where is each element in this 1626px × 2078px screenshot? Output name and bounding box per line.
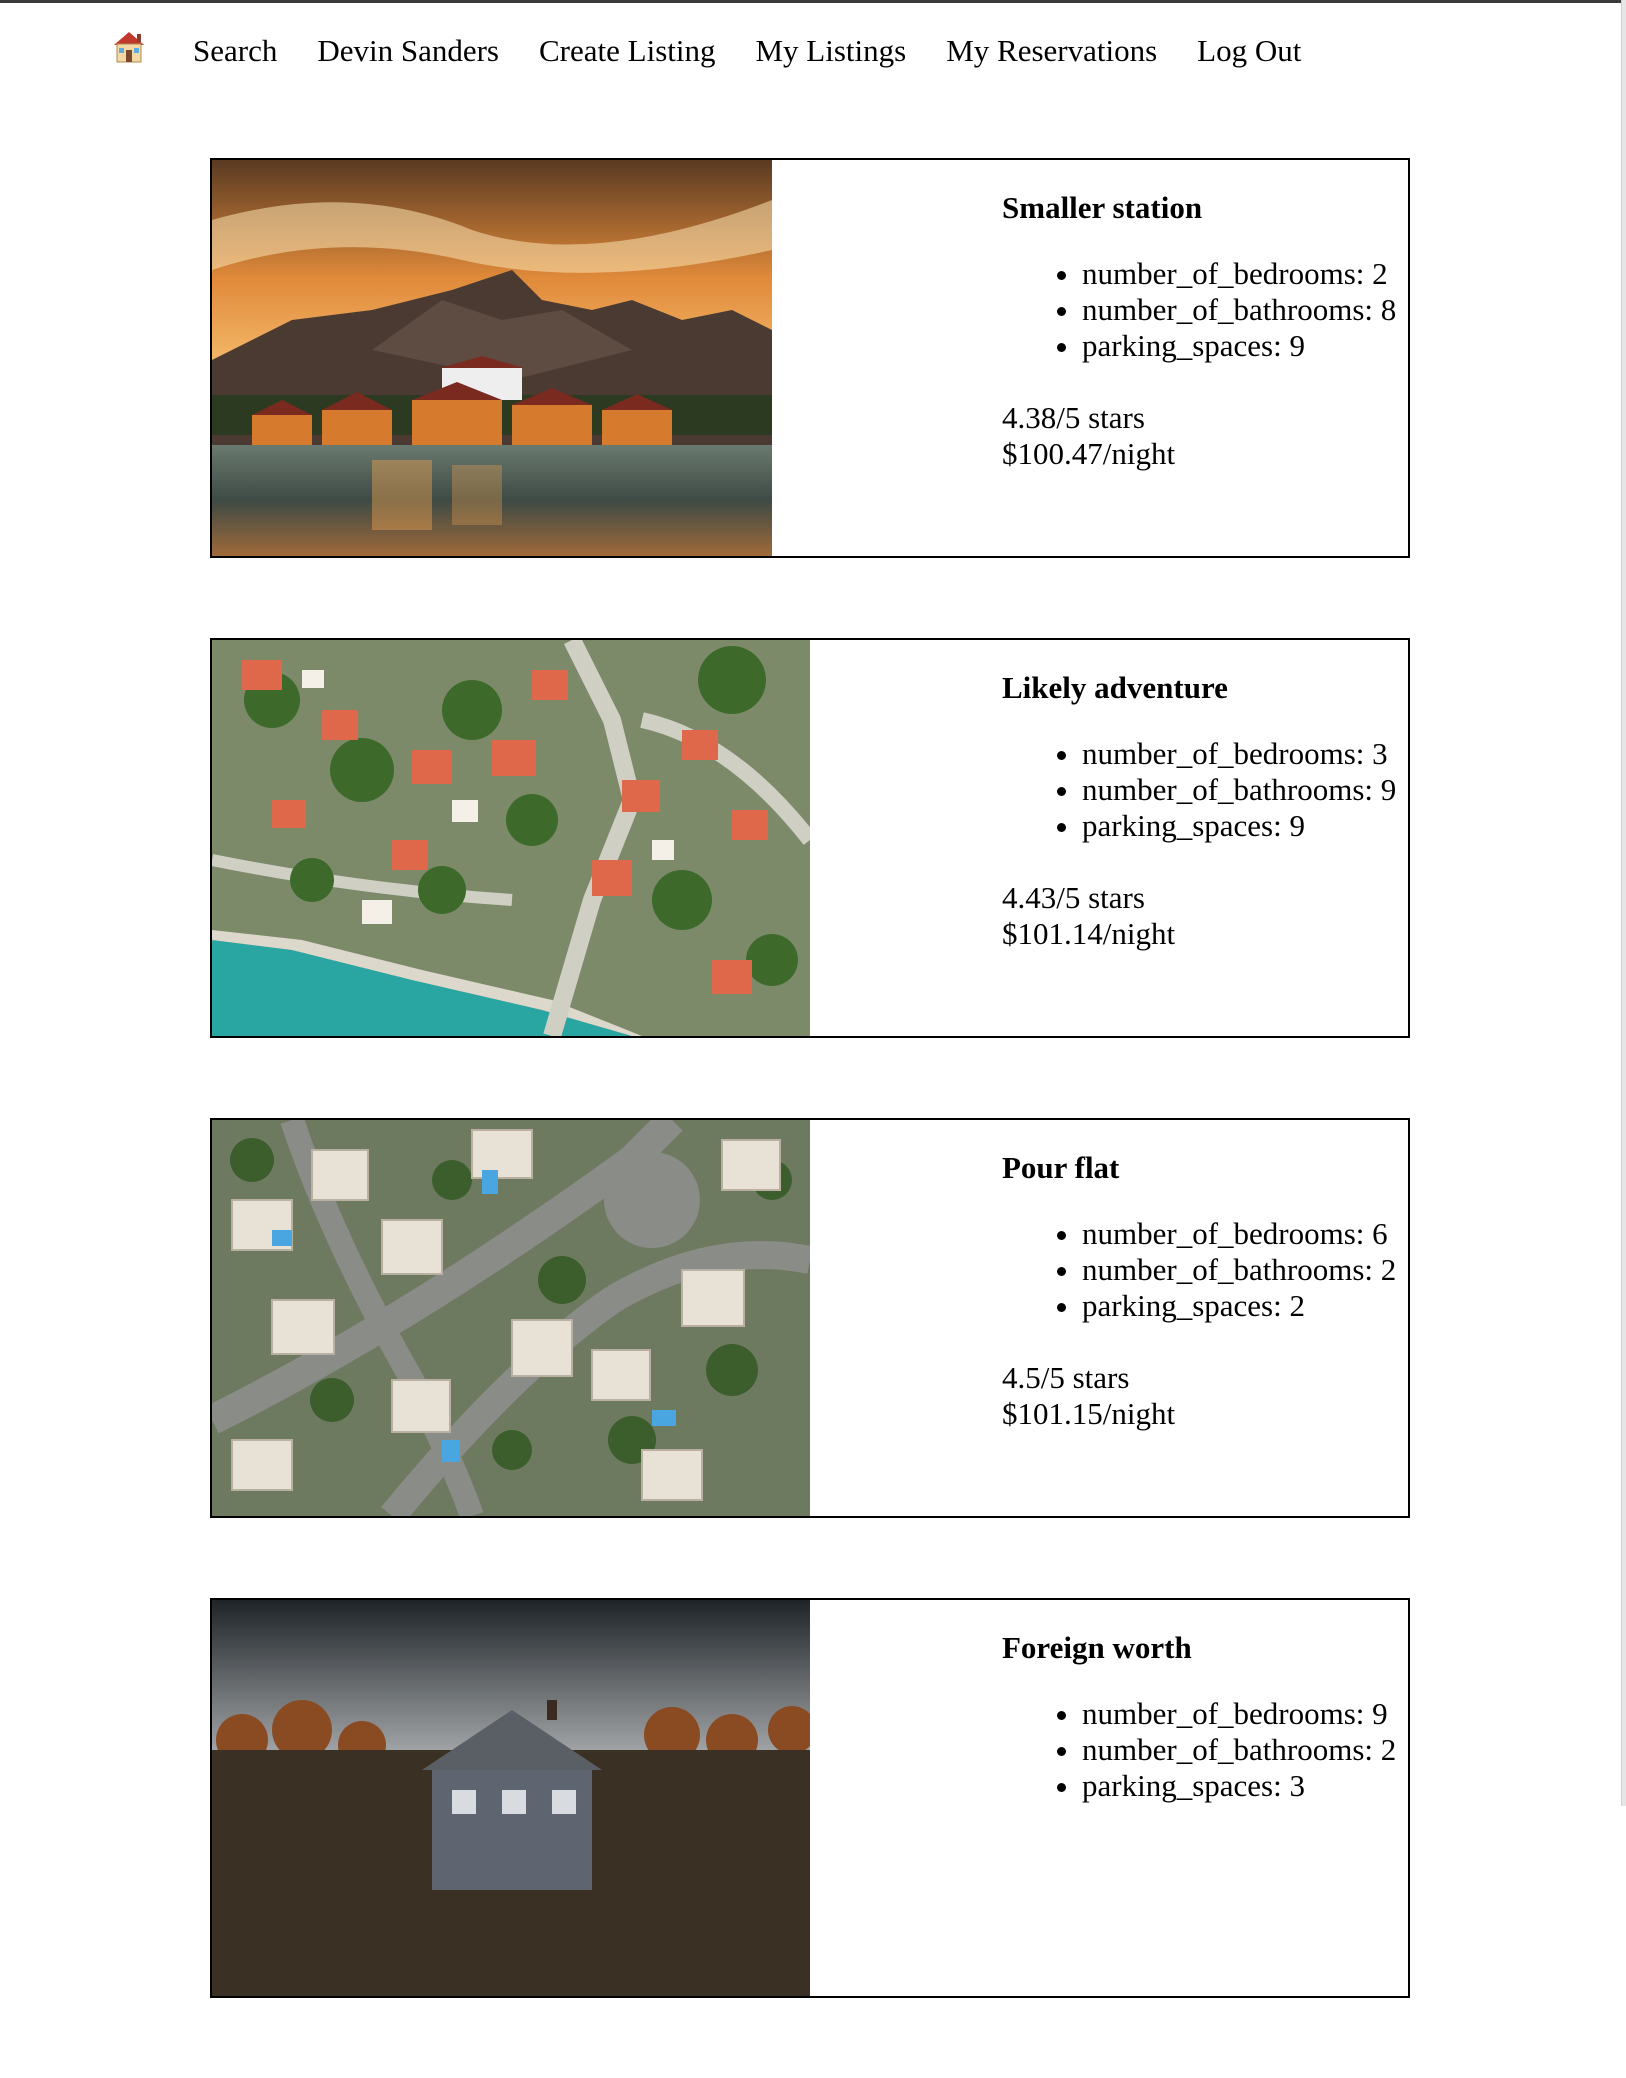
top-nav: Search Devin Sanders Create Listing My L…	[113, 30, 1301, 72]
attr-bedrooms: number_of_bedrooms: 2	[1082, 256, 1396, 292]
attr-parking: parking_spaces: 2	[1082, 1288, 1396, 1324]
nav-my-reservations[interactable]: My Reservations	[946, 33, 1157, 69]
home-link[interactable]	[113, 30, 153, 72]
listing-info: Smaller station number_of_bedrooms: 2 nu…	[1002, 160, 1422, 556]
listing-photo[interactable]	[212, 160, 772, 556]
listing-title[interactable]: Likely adventure	[1002, 670, 1228, 706]
listing-photo[interactable]	[212, 1120, 810, 1516]
nav-user-profile[interactable]: Devin Sanders	[317, 33, 499, 69]
listing-price: $101.14/night	[1002, 916, 1176, 951]
attr-bedrooms: number_of_bedrooms: 3	[1082, 736, 1396, 772]
house-icon	[113, 30, 145, 66]
scrollbar-track[interactable]	[1621, 0, 1626, 1806]
attr-parking: parking_spaces: 3	[1082, 1768, 1396, 1804]
listing-card[interactable]: Smaller station number_of_bedrooms: 2 nu…	[210, 158, 1410, 558]
listing-list: Smaller station number_of_bedrooms: 2 nu…	[210, 158, 1410, 2078]
listing-card[interactable]: Likely adventure number_of_bedrooms: 3 n…	[210, 638, 1410, 1038]
listing-attributes: number_of_bedrooms: 9 number_of_bathroom…	[1002, 1696, 1396, 1804]
attr-bedrooms: number_of_bedrooms: 9	[1082, 1696, 1396, 1732]
attr-bathrooms: number_of_bathrooms: 8	[1082, 292, 1396, 328]
nav-create-listing[interactable]: Create Listing	[539, 33, 715, 69]
listing-info: Likely adventure number_of_bedrooms: 3 n…	[1002, 640, 1422, 1036]
listing-rating: 4.43/5 stars	[1002, 880, 1145, 915]
attr-bathrooms: number_of_bathrooms: 2	[1082, 1252, 1396, 1288]
listing-title[interactable]: Foreign worth	[1002, 1630, 1192, 1666]
attr-bedrooms: number_of_bedrooms: 6	[1082, 1216, 1396, 1252]
listing-card[interactable]: Foreign worth number_of_bedrooms: 9 numb…	[210, 1598, 1410, 1998]
listing-info: Foreign worth number_of_bedrooms: 9 numb…	[1002, 1600, 1422, 1996]
attr-parking: parking_spaces: 9	[1082, 808, 1396, 844]
attr-bathrooms: number_of_bathrooms: 2	[1082, 1732, 1396, 1768]
listing-title[interactable]: Smaller station	[1002, 190, 1202, 226]
listing-title[interactable]: Pour flat	[1002, 1150, 1119, 1186]
listing-attributes: number_of_bedrooms: 2 number_of_bathroom…	[1002, 256, 1396, 364]
attr-bathrooms: number_of_bathrooms: 9	[1082, 772, 1396, 808]
listing-price: $101.15/night	[1002, 1396, 1176, 1431]
attr-parking: parking_spaces: 9	[1082, 328, 1396, 364]
listing-price: $100.47/night	[1002, 436, 1176, 471]
listing-info: Pour flat number_of_bedrooms: 6 number_o…	[1002, 1120, 1422, 1516]
nav-my-listings[interactable]: My Listings	[755, 33, 906, 69]
listing-attributes: number_of_bedrooms: 6 number_of_bathroom…	[1002, 1216, 1396, 1324]
listing-photo[interactable]	[212, 1600, 810, 1996]
listing-card[interactable]: Pour flat number_of_bedrooms: 6 number_o…	[210, 1118, 1410, 1518]
listing-rating: 4.5/5 stars	[1002, 1360, 1130, 1395]
listing-photo[interactable]	[212, 640, 810, 1036]
nav-search[interactable]: Search	[193, 33, 277, 69]
listing-attributes: number_of_bedrooms: 3 number_of_bathroom…	[1002, 736, 1396, 844]
listing-rating: 4.38/5 stars	[1002, 400, 1145, 435]
nav-log-out[interactable]: Log Out	[1197, 33, 1301, 69]
